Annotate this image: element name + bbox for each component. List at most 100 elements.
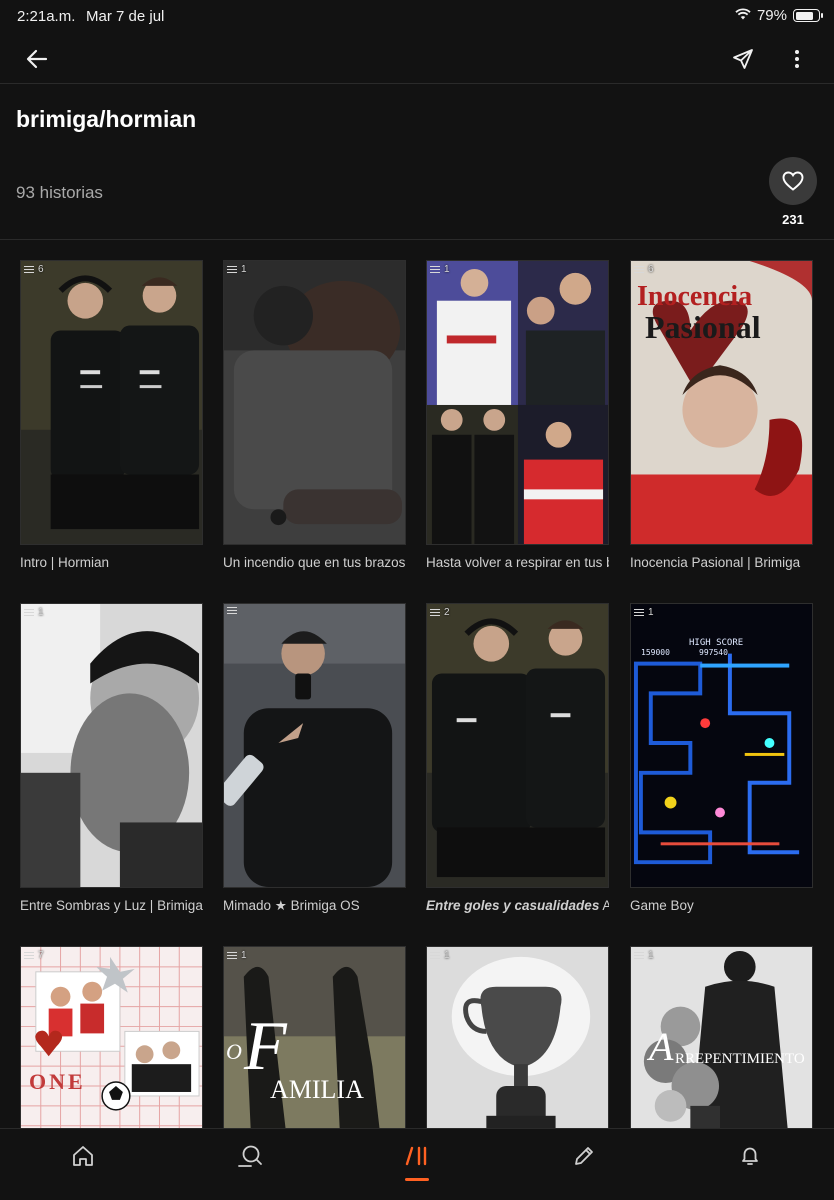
story-card[interactable]: ONE 7 (20, 946, 203, 1128)
story-title[interactable]: Inocencia Pasional | Brimiga (630, 555, 813, 570)
story-cover[interactable]: 6 (20, 260, 203, 545)
parts-count: 1 (444, 264, 450, 275)
parts-badge: 6 (634, 264, 654, 275)
story-card[interactable]: 1 Un incendio que en tus brazos se (223, 260, 406, 570)
active-tab-indicator (405, 1178, 429, 1181)
status-date: Mar 7 de jul (86, 8, 165, 25)
parts-count: 1 (648, 607, 654, 618)
wifi-icon (735, 7, 751, 24)
parts-badge: 1 (634, 607, 654, 618)
header-divider (0, 239, 834, 240)
parts-count: 7 (38, 950, 44, 961)
share-button[interactable] (726, 42, 760, 76)
parts-count: 6 (648, 264, 654, 275)
parts-badge: 1 (227, 950, 247, 961)
story-title[interactable]: Entre goles y casualidades Arm (426, 898, 609, 913)
story-card[interactable]: HIGH SCORE 159000 997540 1 Game Boy (630, 603, 813, 913)
nav-search[interactable] (230, 1141, 270, 1171)
top-bar (0, 34, 834, 84)
nav-library[interactable] (397, 1141, 437, 1171)
story-card[interactable]: 2 Entre goles y casualidades Arm (426, 603, 609, 913)
list-icon (227, 607, 237, 615)
status-right: 79% (735, 7, 823, 24)
story-title[interactable]: Game Boy (630, 898, 813, 913)
cover-score-2: 997540 (699, 648, 728, 657)
story-card[interactable]: 1 Hasta volver a respirar en tus b (426, 260, 609, 570)
status-time: 2:21a.m. (17, 8, 76, 25)
parts-badge: 2 (430, 607, 450, 618)
more-vertical-icon (795, 50, 799, 68)
story-cover[interactable]: ONE 7 (20, 946, 203, 1128)
library-icon (405, 1146, 427, 1166)
list-icon (24, 951, 34, 960)
home-icon (73, 1146, 93, 1166)
parts-count: 1 (38, 607, 44, 618)
cover-text-o: O (226, 1039, 242, 1064)
parts-badge: 7 (24, 950, 44, 961)
parts-badge: 1 (634, 950, 654, 961)
story-cover[interactable]: Inocencia Pasional 6 (630, 260, 813, 545)
search-icon (238, 1145, 262, 1167)
list-icon (430, 951, 440, 960)
more-options-button[interactable] (780, 42, 814, 76)
story-cover[interactable]: O F AMILIA 1 (223, 946, 406, 1128)
list-icon (634, 951, 644, 960)
story-cover[interactable]: HIGH SCORE 159000 997540 1 (630, 603, 813, 888)
story-cover[interactable]: 1 (426, 260, 609, 545)
cover-score-1: 159000 (641, 648, 670, 657)
reading-list-title: brimiga/hormian (16, 106, 197, 132)
story-card[interactable]: 6 Intro | Hormian (20, 260, 203, 570)
story-title[interactable]: Mimado ★ Brimiga OS (223, 898, 406, 914)
parts-badge: 1 (227, 264, 247, 275)
story-title[interactable]: Hasta volver a respirar en tus b (426, 555, 609, 570)
story-card[interactable]: 1 Entre Sombras y Luz | Brimiga (20, 603, 203, 913)
story-cover[interactable]: A RREPENTIMIENTO 1 (630, 946, 813, 1128)
story-title[interactable]: Entre Sombras y Luz | Brimiga (20, 898, 203, 913)
story-card[interactable]: 1 (426, 946, 609, 1128)
list-icon (24, 265, 34, 274)
like-button[interactable] (769, 157, 817, 205)
battery-icon (793, 9, 823, 22)
story-card[interactable]: O F AMILIA 1 (223, 946, 406, 1128)
cover-text-amilia: AMILIA (270, 1075, 364, 1104)
list-icon (634, 265, 644, 274)
story-cover[interactable]: 2 (426, 603, 609, 888)
pencil-icon (575, 1147, 593, 1165)
parts-count: 1 (241, 264, 247, 275)
bell-icon (742, 1147, 758, 1165)
story-title-rest: Arm (602, 898, 609, 913)
back-arrow-icon (26, 49, 48, 69)
parts-count: 6 (38, 264, 44, 275)
parts-count: 1 (241, 950, 247, 961)
bottom-nav (0, 1128, 834, 1200)
cover-text-a: A (649, 1024, 674, 1069)
story-card[interactable]: Inocencia Pasional 6 Inocencia Pasional … (630, 260, 813, 570)
story-cover[interactable]: 1 (223, 260, 406, 545)
status-bar: 2:21a.m. Mar 7 de jul 79% (0, 0, 834, 34)
nav-notifications[interactable] (730, 1141, 770, 1171)
nav-home[interactable] (63, 1141, 103, 1171)
send-icon (733, 49, 753, 69)
story-cover[interactable]: 1 (20, 603, 203, 888)
cover-text-arrepentimiento: RREPENTIMIENTO (675, 1051, 805, 1067)
story-title[interactable]: Un incendio que en tus brazos se (223, 555, 406, 570)
back-button[interactable] (20, 42, 54, 76)
story-title[interactable]: Intro | Hormian (20, 555, 203, 570)
story-card[interactable]: Mimado ★ Brimiga OS (223, 603, 406, 914)
story-grid: 6 Intro | Hormian 1 Un incendio que en t… (20, 260, 814, 1128)
list-icon (227, 265, 237, 274)
parts-badge: 1 (24, 607, 44, 618)
heart-icon (782, 171, 804, 191)
nav-write[interactable] (564, 1141, 604, 1171)
story-cover[interactable]: 1 (426, 946, 609, 1128)
battery-percent: 79% (756, 7, 787, 24)
story-card[interactable]: A RREPENTIMIENTO 1 (630, 946, 813, 1128)
list-icon (634, 608, 644, 617)
story-title-italic: Entre goles y casualidades (426, 898, 600, 913)
list-icon (24, 608, 34, 617)
parts-badge (227, 607, 241, 615)
list-icon (430, 608, 440, 617)
story-count: 93 historias (16, 183, 103, 202)
story-cover[interactable] (223, 603, 406, 888)
cover-one-text: ONE (29, 1069, 86, 1094)
